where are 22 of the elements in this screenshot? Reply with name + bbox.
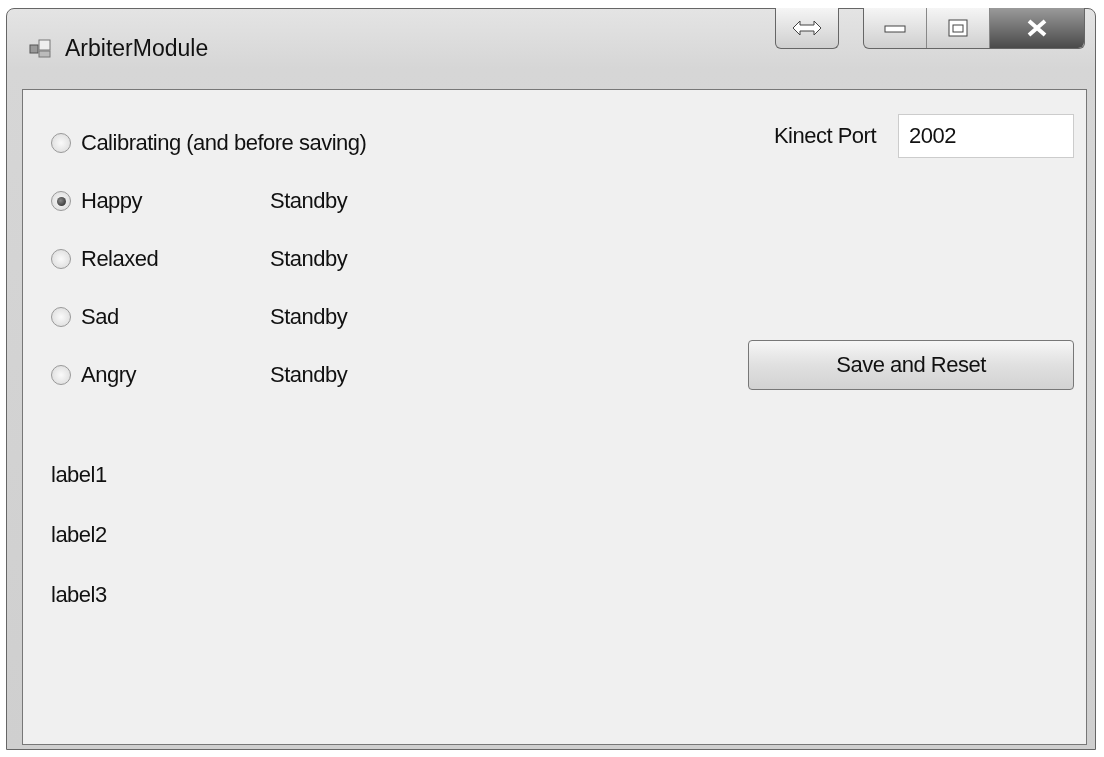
radio-button[interactable]: Relaxed: [51, 246, 159, 272]
text-label: label3: [51, 582, 108, 608]
maximize-icon: [948, 19, 968, 37]
status-label: Standby: [270, 188, 348, 214]
status-label: Standby: [270, 246, 348, 272]
status-label: Standby: [270, 304, 348, 330]
radio-button[interactable]: Happy: [51, 188, 143, 214]
radio-button[interactable]: Calibrating (and before saving): [51, 130, 367, 156]
close-button[interactable]: [989, 8, 1084, 48]
double-arrow-icon: [792, 20, 822, 36]
app-icon: [29, 38, 51, 58]
text-label: label1: [51, 462, 108, 488]
text-label: label2: [51, 522, 108, 548]
save-reset-button[interactable]: Save and Reset: [748, 340, 1074, 390]
close-icon: [1026, 19, 1048, 37]
minimize-icon: [884, 23, 906, 33]
status-label: Standby: [270, 362, 348, 388]
radio-button[interactable]: Angry: [51, 362, 136, 388]
port-label: Kinect Port: [773, 123, 876, 149]
window-title: ArbiterModule: [65, 34, 209, 62]
port-field[interactable]: 2002: [898, 114, 1074, 158]
radio-button[interactable]: Sad: [51, 304, 119, 330]
